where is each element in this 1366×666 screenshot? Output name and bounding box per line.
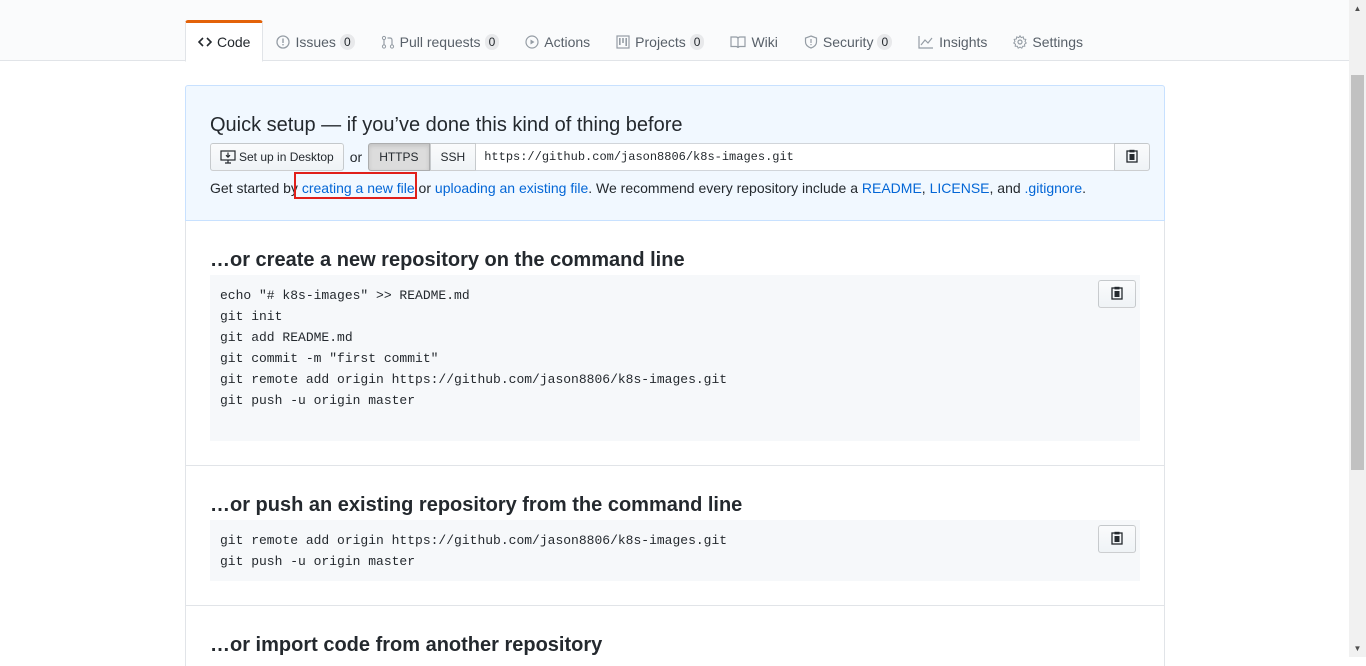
tab-label: Projects — [635, 33, 686, 50]
code-line: git commit -m "first commit" — [220, 351, 439, 366]
code-icon — [198, 35, 212, 49]
tab-insights[interactable]: Insights — [905, 20, 1000, 61]
issues-count: 0 — [339, 33, 355, 50]
code-line: git init — [220, 309, 283, 324]
uploading-existing-file-link[interactable]: uploading an existing file — [435, 180, 588, 196]
scroll-up-arrow-icon[interactable]: ▲ — [1349, 0, 1366, 17]
ssh-button[interactable]: SSH — [429, 143, 477, 171]
clipboard-icon — [1111, 531, 1123, 548]
code-line: git push -u origin master — [220, 554, 416, 569]
projects-count: 0 — [689, 33, 705, 50]
clone-url-input[interactable] — [476, 143, 1115, 171]
shield-icon — [804, 34, 818, 49]
pull-request-icon — [381, 35, 395, 49]
repo-tabs: Code Issues 0 Pull requests 0 Actions Pr… — [185, 20, 1096, 62]
or-text: or — [414, 180, 435, 196]
issue-icon — [276, 34, 291, 49]
quick-setup-panel: Quick setup — if you’ve done this kind o… — [185, 85, 1165, 221]
book-icon — [730, 35, 747, 49]
code-line: git push -u origin master — [220, 393, 416, 408]
tab-label: Wiki — [751, 33, 778, 50]
tab-label: Code — [217, 34, 251, 50]
copy-new-repo-commands-button[interactable] — [1098, 280, 1136, 308]
import-code-section: …or import code from another repository — [185, 606, 1165, 666]
scroll-down-arrow-icon[interactable]: ▼ — [1349, 640, 1366, 657]
push-existing-section: …or push an existing repository from the… — [185, 466, 1165, 605]
play-icon — [525, 34, 539, 49]
code-line: git add README.md — [220, 330, 353, 345]
protocol-selector: HTTPS SSH — [368, 143, 477, 171]
create-new-repo-title: …or create a new repository on the comma… — [210, 249, 685, 271]
gitignore-link[interactable]: .gitignore — [1025, 180, 1083, 196]
tab-code[interactable]: Code — [185, 20, 264, 62]
tab-security[interactable]: Security 0 — [791, 20, 905, 61]
or-text: or — [349, 149, 363, 165]
creating-new-file-link[interactable]: creating a new file — [302, 180, 415, 196]
quick-setup-title: Quick setup — if you’ve done this kind o… — [210, 114, 683, 136]
recommend-text: . We recommend every repository include … — [588, 180, 862, 196]
code-line: git remote add origin https://github.com… — [220, 533, 728, 548]
scrollbar-thumb[interactable] — [1351, 75, 1364, 470]
tab-label: Issues — [295, 33, 336, 50]
clipboard-icon — [1111, 286, 1123, 303]
repo-nav-bar: Code Issues 0 Pull requests 0 Actions Pr… — [0, 0, 1349, 62]
getting-started-prefix: Get started by — [210, 180, 302, 196]
license-link[interactable]: LICENSE — [930, 180, 990, 196]
code-line: git remote add origin https://github.com… — [220, 372, 728, 387]
tab-label: Security — [822, 33, 874, 50]
tab-issues[interactable]: Issues 0 — [263, 20, 367, 61]
tab-pull-requests[interactable]: Pull requests 0 — [368, 20, 513, 61]
copy-url-button[interactable] — [1114, 143, 1151, 171]
push-existing-code: git remote add origin https://github.com… — [210, 520, 1140, 581]
desktop-download-icon — [220, 150, 236, 164]
graph-icon — [918, 35, 934, 49]
clipboard-icon — [1126, 149, 1138, 166]
gear-icon — [1013, 34, 1028, 49]
project-icon — [616, 34, 630, 49]
set-up-in-desktop-button[interactable]: Set up in Desktop — [210, 143, 344, 171]
tab-label: Insights — [939, 33, 988, 50]
tab-label: Settings — [1032, 33, 1083, 50]
push-existing-title: …or push an existing repository from the… — [210, 494, 743, 516]
clone-url-row: Set up in Desktop or HTTPS SSH — [210, 143, 1151, 171]
and-text: , and — [989, 180, 1025, 196]
create-new-repo-section: …or create a new repository on the comma… — [185, 221, 1165, 465]
tab-label: Pull requests — [399, 33, 481, 50]
tab-label: Actions — [544, 33, 591, 50]
copy-push-commands-button[interactable] — [1098, 525, 1136, 553]
tab-projects[interactable]: Projects 0 — [603, 20, 717, 61]
pull-requests-count: 0 — [484, 33, 500, 50]
https-button[interactable]: HTTPS — [368, 143, 430, 171]
period-text: . — [1082, 180, 1087, 196]
tab-wiki[interactable]: Wiki — [717, 20, 790, 61]
import-code-title: …or import code from another repository — [210, 634, 603, 656]
comma-text: , — [921, 180, 930, 196]
getting-started-text: Get started by creating a new file or up… — [210, 180, 1086, 196]
security-count: 0 — [877, 33, 893, 50]
tab-actions[interactable]: Actions — [512, 20, 603, 61]
set-up-in-desktop-label: Set up in Desktop — [239, 150, 334, 164]
vertical-scrollbar[interactable]: ▲ ▼ — [1349, 0, 1366, 657]
readme-link[interactable]: README — [862, 180, 922, 196]
tab-settings[interactable]: Settings — [1000, 20, 1096, 61]
create-new-repo-code: echo "# k8s-images" >> README.md git ini… — [210, 275, 1140, 441]
code-line: echo "# k8s-images" >> README.md — [220, 288, 470, 303]
